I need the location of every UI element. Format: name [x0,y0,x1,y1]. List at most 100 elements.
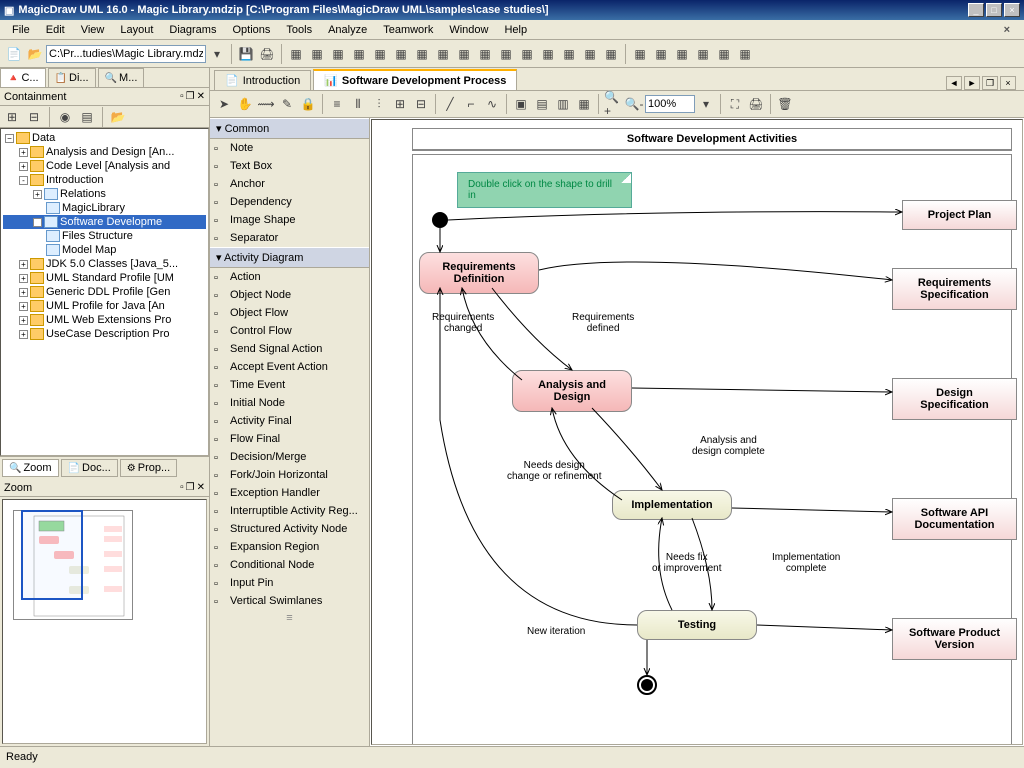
activity-testing[interactable]: Testing [637,610,757,640]
output-design[interactable]: Design Specification [892,378,1017,420]
menu-file[interactable]: File [4,22,38,38]
tree-node[interactable]: + Generic DDL Profile [Gen [3,285,206,299]
containment-tree[interactable]: − Data + Analysis and Design [An...+ Cod… [0,128,209,456]
tree-node[interactable]: + UseCase Description Pro [3,327,206,341]
dropdown-icon[interactable]: ▾ [207,44,227,64]
activity-requirements[interactable]: Requirements Definition [419,252,539,294]
diagram-icon[interactable]: ▦ [454,44,474,64]
diagram-icon[interactable]: ▦ [433,44,453,64]
align-tool[interactable]: ≡ [327,94,347,114]
zoom-thumbnail[interactable] [2,499,207,744]
diagram-icon[interactable]: ▦ [370,44,390,64]
tab-zoom[interactable]: 🔍 Zoom [2,459,59,477]
diagram-canvas[interactable]: Software Development Activities Double c… [371,119,1023,745]
print-icon[interactable]: 🖨 [746,94,766,114]
activity-implementation[interactable]: Implementation [612,490,732,520]
diagram-icon[interactable]: ▦ [286,44,306,64]
tree-node[interactable]: + UML Web Extensions Pro [3,313,206,327]
menu-window[interactable]: Window [441,22,496,38]
maximize-button[interactable]: □ [986,3,1002,17]
print-button[interactable]: 🖨 [257,44,277,64]
diagram-icon[interactable]: ▦ [496,44,516,64]
align-tool[interactable]: ⫴ [348,94,368,114]
menu-tools[interactable]: Tools [278,22,320,38]
close-icon[interactable]: ✕ [197,91,205,102]
dock-icon[interactable]: ❐ [186,91,195,102]
palette-item[interactable]: ▫Vertical Swimlanes [210,592,369,610]
diagram-icon[interactable]: ▦ [580,44,600,64]
close-button[interactable]: × [1004,3,1020,17]
address-field[interactable] [46,45,206,63]
initial-node[interactable] [432,212,448,228]
tree-root[interactable]: − Data [3,131,206,145]
diagram-icon[interactable]: ▦ [328,44,348,64]
restore-button[interactable]: ❐ [982,76,998,90]
tab-introduction[interactable]: 📄 Introduction [214,70,311,90]
palette-item[interactable]: ▫Activity Final [210,412,369,430]
save-button[interactable]: 💾 [236,44,256,64]
prev-tab-button[interactable]: ◄ [946,76,962,90]
menu-view[interactable]: View [73,22,113,38]
layer-tool[interactable]: ▣ [511,94,531,114]
tab-software-dev[interactable]: 📊 Software Development Process [313,69,517,90]
pan-tool[interactable]: ✋ [235,94,255,114]
palette-item[interactable]: ▫Time Event [210,376,369,394]
palette-item[interactable]: ▫Note [210,139,369,157]
menu-options[interactable]: Options [224,22,278,38]
palette-item[interactable]: ▫Send Signal Action [210,340,369,358]
palette-item[interactable]: ▫Anchor [210,175,369,193]
lock-icon[interactable]: 🔒 [298,94,318,114]
tree-node[interactable]: + JDK 5.0 Classes [Java_5... [3,257,206,271]
menu-help[interactable]: Help [496,22,535,38]
tree-node[interactable]: + Software Developme [3,215,206,229]
folder-icon[interactable]: 📂 [108,107,128,127]
fit-icon[interactable]: ⛶ [725,94,745,114]
palette-item[interactable]: ▫Initial Node [210,394,369,412]
palette-item[interactable]: ▫Text Box [210,157,369,175]
menu-diagrams[interactable]: Diagrams [161,22,224,38]
palette-item[interactable]: ▫Control Flow [210,322,369,340]
route-tool[interactable]: ∿ [482,94,502,114]
align-tool[interactable]: ⫶ [369,94,389,114]
diagram-icon[interactable]: ▦ [538,44,558,64]
diagram-icon[interactable]: ▦ [475,44,495,64]
expand-icon[interactable]: ⊞ [2,107,22,127]
open-button[interactable]: 📂 [25,44,45,64]
zoom-combo[interactable] [645,95,695,113]
collapse-icon[interactable]: ⊟ [24,107,44,127]
palette-item[interactable]: ▫Exception Handler [210,484,369,502]
final-node[interactable] [637,675,657,695]
sort-icon[interactable]: ▤ [77,107,97,127]
tree-node[interactable]: MagicLibrary [3,201,206,215]
minimize-button[interactable]: _ [968,3,984,17]
diagram-icon[interactable]: ▦ [517,44,537,64]
palette-item[interactable]: ▫Fork/Join Horizontal [210,466,369,484]
diagram-icon[interactable]: ▦ [412,44,432,64]
palette-item[interactable]: ▫Action [210,268,369,286]
link-tool[interactable]: ⟿ [256,94,276,114]
palette-item[interactable]: ▫Conditional Node [210,556,369,574]
tab-diagrams[interactable]: 📋 Di... [48,68,96,87]
tab-containment[interactable]: 🔺 C... [0,68,46,87]
diagram-icon[interactable]: ▦ [651,44,671,64]
tree-node[interactable]: Model Map [3,243,206,257]
tree-node[interactable]: Files Structure [3,229,206,243]
tree-node[interactable]: + Relations [3,187,206,201]
menu-layout[interactable]: Layout [112,22,161,38]
zoom-in-icon[interactable]: 🔍+ [603,94,623,114]
tree-node[interactable]: + Code Level [Analysis and [3,159,206,173]
palette-item[interactable]: ▫Object Node [210,286,369,304]
tree-node[interactable]: - Introduction [3,173,206,187]
palette-item[interactable]: ▫Input Pin [210,574,369,592]
output-plan[interactable]: Project Plan [902,200,1017,230]
filter-icon[interactable]: ◉ [55,107,75,127]
output-reqspec[interactable]: Requirements Specification [892,268,1017,310]
delete-icon[interactable]: 🗑 [775,94,795,114]
palette-item[interactable]: ▫Image Shape [210,211,369,229]
activity-analysis[interactable]: Analysis and Design [512,370,632,412]
palette-section-header[interactable]: ▾ Common [210,118,369,139]
menu-teamwork[interactable]: Teamwork [375,22,441,38]
diagram-icon[interactable]: ▦ [735,44,755,64]
dock-icon[interactable]: ❐ [186,482,195,493]
diagram-icon[interactable]: ▦ [349,44,369,64]
